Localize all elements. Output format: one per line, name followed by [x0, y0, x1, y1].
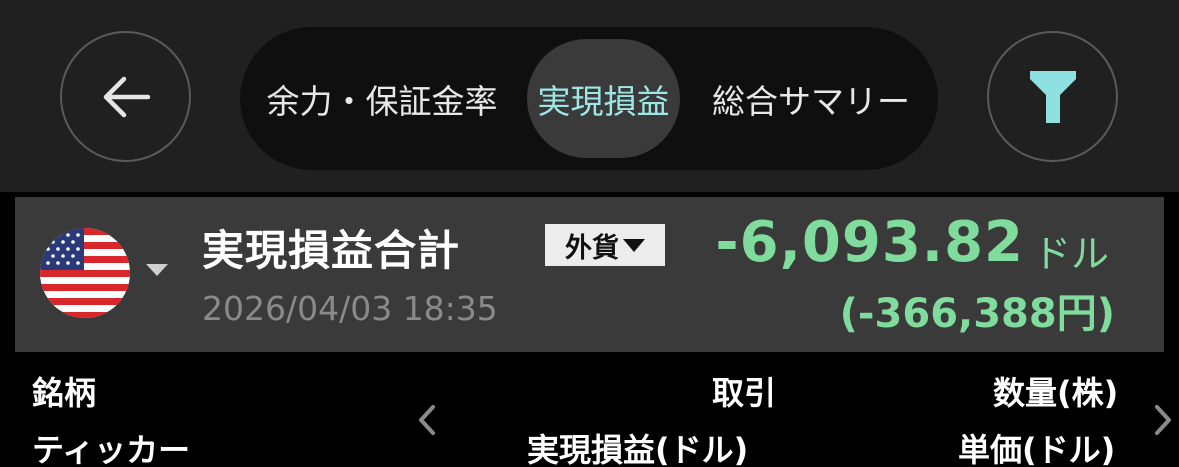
summary-title: 実現損益合計: [202, 226, 461, 275]
column-header-unit-price: 単価(ドル): [958, 431, 1116, 467]
summary-timestamp: 2026/04/03 18:35: [202, 289, 498, 328]
column-header-ticker: ティッカー: [32, 431, 191, 467]
top-bar: 余力・保証金率 実現損益 総合サマリー: [0, 0, 1179, 192]
column-header-name: 銘柄: [32, 374, 97, 412]
chevron-right-icon[interactable]: [1148, 405, 1178, 435]
chevron-down-icon: [623, 238, 645, 252]
tab-realized-pl[interactable]: 実現損益: [528, 27, 679, 170]
column-header-realized-pl: 実現損益(ドル): [527, 431, 749, 467]
arrow-left-icon: [103, 76, 150, 117]
tab-summary[interactable]: 総合サマリー: [700, 27, 938, 170]
chevron-left-icon[interactable]: [412, 405, 442, 435]
column-header-trade: 取引: [712, 374, 777, 412]
back-button[interactable]: [60, 31, 191, 162]
tab-switcher: 余力・保証金率 実現損益 総合サマリー: [240, 27, 938, 170]
tab-margin-rate[interactable]: 余力・保証金率: [240, 27, 518, 170]
currency-select[interactable]: 外貨: [545, 224, 665, 266]
funnel-icon: [1029, 70, 1076, 123]
realized-pl-unit: ドル: [1033, 232, 1110, 276]
realized-pl-yen: (-366,388円): [839, 291, 1115, 337]
filter-button[interactable]: [987, 31, 1118, 162]
column-header-quantity: 数量(株): [993, 374, 1119, 412]
us-flag-icon[interactable]: [40, 228, 130, 318]
realized-pl-amount: -6,093.82: [715, 210, 1024, 275]
currency-select-label: 外貨: [565, 232, 619, 264]
chevron-down-icon[interactable]: [146, 264, 168, 276]
